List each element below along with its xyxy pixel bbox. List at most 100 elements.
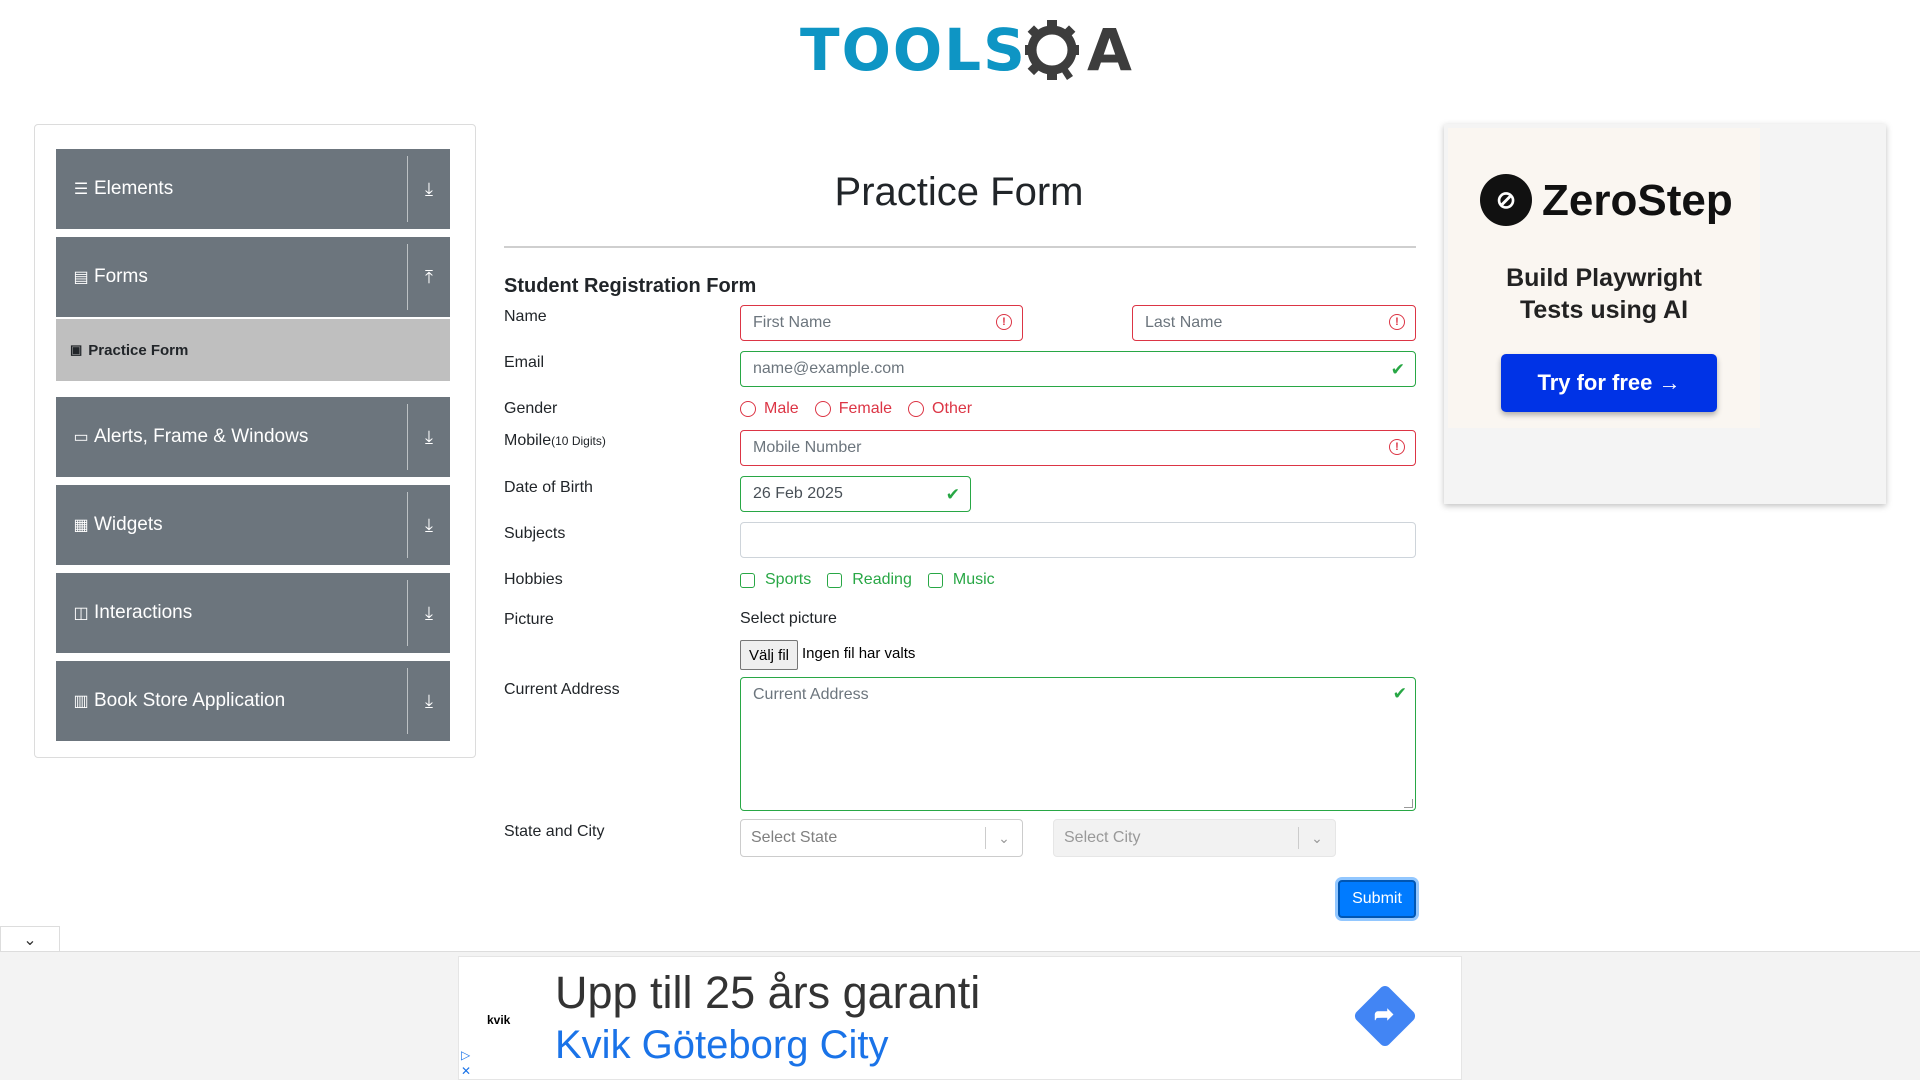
page-title: Practice Form bbox=[834, 170, 1084, 214]
resize-handle[interactable] bbox=[1404, 799, 1413, 808]
radio-circle[interactable] bbox=[740, 401, 756, 417]
sidebar-group-alerts[interactable]: ▭ Alerts, Frame & Windows ⤓ bbox=[56, 397, 450, 477]
select-picture-label: Select picture bbox=[740, 610, 837, 627]
address-placeholder: Current Address bbox=[753, 686, 869, 703]
expand-icon[interactable]: ⤓ bbox=[408, 691, 450, 712]
radio-label: Other bbox=[932, 400, 973, 417]
dob-input[interactable]: 26 Feb 2025 ✔ bbox=[740, 476, 971, 512]
mobile-input[interactable]: Mobile Number ! bbox=[740, 430, 1416, 466]
books-icon: ▥ bbox=[73, 693, 89, 710]
mobile-label-text: Mobile bbox=[504, 432, 552, 449]
first-name-input[interactable]: First Name ! bbox=[740, 305, 1023, 341]
hobbies-label: Hobbies bbox=[504, 571, 563, 588]
gender-radio-female[interactable]: Female bbox=[814, 400, 893, 418]
ad-brand: ZeroStep bbox=[1542, 176, 1733, 225]
document-icon: ▤ bbox=[73, 269, 89, 286]
ad-tagline-line2: Tests using AI bbox=[1519, 296, 1689, 324]
checkbox-box[interactable] bbox=[827, 572, 843, 588]
choose-file-button[interactable]: Välj fil bbox=[740, 640, 799, 670]
hobby-checkbox-sports[interactable]: Sports bbox=[740, 571, 811, 589]
form-icon: ▣ bbox=[70, 342, 83, 357]
state-placeholder: Select State bbox=[751, 829, 838, 846]
dob-label: Date of Birth bbox=[504, 479, 593, 496]
try-for-free-button[interactable]: Try for free → bbox=[1501, 354, 1717, 412]
kvik-logo: kvik bbox=[487, 1013, 511, 1027]
sidebar-group-label: Interactions bbox=[94, 602, 193, 623]
sidebar-item-practice-form[interactable]: ▣ Practice Form bbox=[56, 319, 450, 381]
radio-circle[interactable] bbox=[814, 401, 831, 417]
checkbox-box[interactable] bbox=[927, 572, 943, 588]
hobby-checkbox-music[interactable]: Music bbox=[927, 571, 995, 589]
subjects-label: Subjects bbox=[504, 525, 566, 542]
kvik-ad[interactable]: kvik Upp till 25 års garanti Kvik Götebo… bbox=[458, 956, 1462, 1080]
sidebar-item-label: Practice Form bbox=[88, 341, 189, 359]
ad-headline: Upp till 25 års garanti bbox=[555, 967, 981, 1018]
window-icon: ▭ bbox=[73, 429, 89, 446]
sidebar-group-book-store[interactable]: ▥ Book Store Application ⤓ bbox=[56, 661, 450, 741]
chevron-down-icon[interactable]: ⌄ bbox=[986, 830, 1022, 847]
address-label: Current Address bbox=[504, 681, 620, 698]
subjects-input[interactable] bbox=[740, 522, 1416, 558]
state-select[interactable]: Select State ⌄ bbox=[740, 819, 1023, 857]
logo-a-text: A bbox=[1087, 16, 1132, 84]
directions-icon[interactable]: ➦ bbox=[1352, 983, 1418, 1049]
file-status-text: Ingen fil har valts bbox=[802, 645, 916, 662]
gender-radio-group: Male Female Other bbox=[740, 400, 988, 418]
email-label: Email bbox=[504, 354, 545, 371]
sidebar-group-label: Forms bbox=[94, 266, 148, 287]
expand-icon[interactable]: ⤓ bbox=[408, 427, 450, 448]
radio-circle[interactable] bbox=[908, 401, 925, 417]
email-input[interactable]: name@example.com ✔ bbox=[740, 351, 1416, 387]
first-name-placeholder: First Name bbox=[753, 314, 832, 331]
gender-radio-male[interactable]: Male bbox=[740, 400, 799, 418]
collapse-ad-button[interactable]: ⌄ bbox=[0, 926, 60, 953]
sidebar-group-elements[interactable]: ☰ Elements ⤓ bbox=[56, 149, 450, 229]
current-address-textarea[interactable]: Current Address ✔ bbox=[740, 677, 1416, 811]
city-placeholder: Select City bbox=[1064, 829, 1141, 846]
hamburger-icon: ☰ bbox=[73, 181, 89, 198]
radio-label: Male bbox=[764, 400, 799, 417]
state-city-label: State and City bbox=[504, 823, 605, 840]
error-icon: ! bbox=[1389, 439, 1405, 455]
gender-radio-other[interactable]: Other bbox=[908, 400, 972, 418]
error-icon: ! bbox=[996, 314, 1012, 330]
sidebar-group-widgets[interactable]: ▦ Widgets ⤓ bbox=[56, 485, 450, 565]
error-icon: ! bbox=[1389, 314, 1405, 330]
zerostep-logo-icon: ⊘ bbox=[1480, 174, 1532, 226]
check-icon: ✔ bbox=[1392, 684, 1407, 703]
expand-icon[interactable]: ⤓ bbox=[408, 515, 450, 536]
mobile-placeholder: Mobile Number bbox=[753, 439, 862, 456]
last-name-input[interactable]: Last Name ! bbox=[1132, 305, 1416, 341]
city-select[interactable]: Select City ⌄ bbox=[1053, 819, 1336, 857]
radio-label: Female bbox=[838, 400, 893, 417]
picture-label: Picture bbox=[504, 611, 554, 628]
sidebar-group-label: Alerts, Frame & Windows bbox=[94, 426, 309, 447]
zerostep-ad[interactable]: ⊘ ZeroStep Build Playwright Tests using … bbox=[1444, 124, 1886, 504]
toolsqa-logo[interactable]: TOOLS A bbox=[800, 14, 1132, 94]
checkbox-box[interactable] bbox=[740, 572, 755, 588]
submit-button[interactable]: Submit bbox=[1338, 880, 1416, 918]
name-label: Name bbox=[504, 308, 547, 325]
hobby-checkbox-reading[interactable]: Reading bbox=[827, 571, 912, 589]
ad-tagline-line1: Build Playwright bbox=[1506, 264, 1702, 292]
logo-tools-text: TOOLS bbox=[800, 16, 1027, 84]
ad-subline: Kvik Göteborg City bbox=[555, 1023, 889, 1067]
hobbies-checkbox-group: Sports Reading Music bbox=[740, 571, 1011, 589]
sidebar-group-label: Book Store Application bbox=[94, 690, 286, 711]
gear-icon bbox=[1025, 20, 1079, 80]
chevron-down-icon[interactable]: ⌄ bbox=[1299, 830, 1335, 847]
checkbox-label: Reading bbox=[852, 571, 912, 588]
ad-tagline: Build Playwright Tests using AI bbox=[1448, 262, 1760, 326]
sidebar-group-interactions[interactable]: ◫ Interactions ⤓ bbox=[56, 573, 450, 653]
title-divider bbox=[504, 246, 1416, 248]
sidebar-group-label: Widgets bbox=[94, 514, 163, 535]
check-icon: ✔ bbox=[1390, 360, 1405, 379]
last-name-placeholder: Last Name bbox=[1145, 314, 1223, 331]
collapse-icon[interactable]: ⤒ bbox=[408, 267, 450, 288]
sidebar: ☰ Elements ⤓ ▤ Forms ⤒ ▣ Practice Form ▭… bbox=[34, 124, 476, 758]
adchoices-icon[interactable]: ▷ ✕ bbox=[461, 1047, 471, 1079]
sidebar-group-forms[interactable]: ▤ Forms ⤒ bbox=[56, 237, 450, 317]
expand-icon[interactable]: ⤓ bbox=[408, 603, 450, 624]
expand-icon[interactable]: ⤓ bbox=[408, 179, 450, 200]
check-icon: ✔ bbox=[945, 485, 960, 504]
